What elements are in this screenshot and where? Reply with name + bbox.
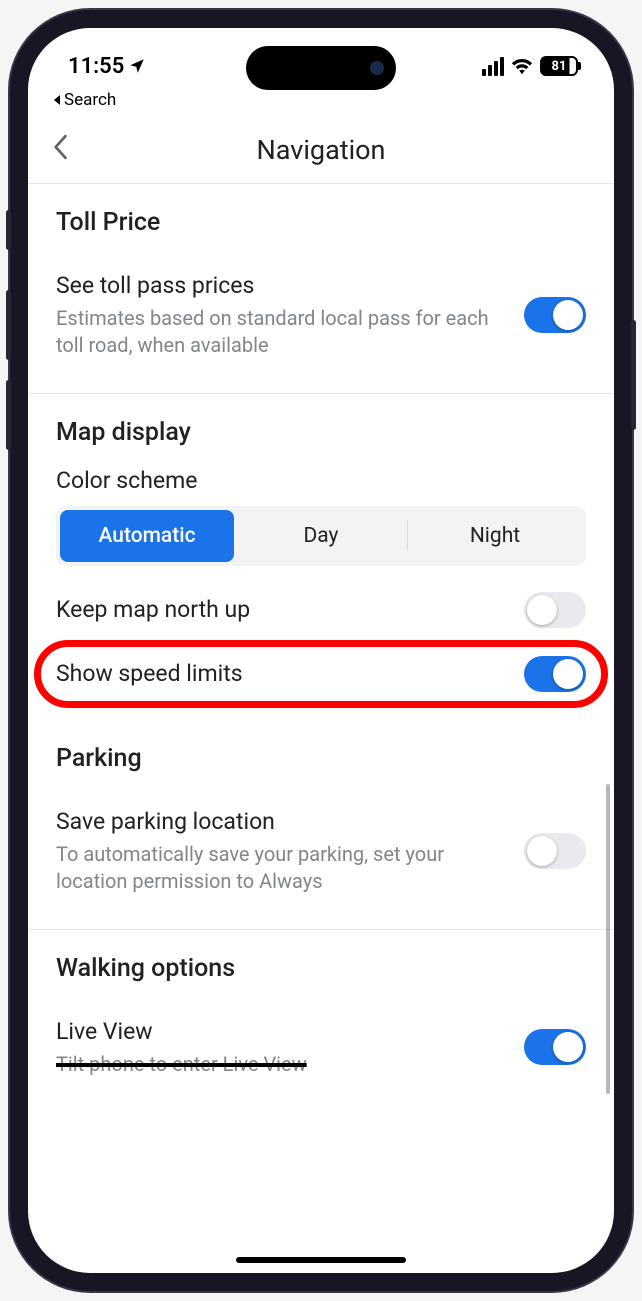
setting-label: Save parking location: [56, 807, 504, 837]
toggle-see-toll-prices[interactable]: [524, 297, 586, 333]
volume-down-button: [6, 380, 11, 450]
setting-text: Show speed limits: [56, 659, 504, 689]
chevron-left-icon: [52, 134, 68, 160]
front-camera: [370, 61, 384, 75]
status-left: 11:55: [68, 54, 146, 79]
setting-keep-north: Keep map north up: [56, 578, 586, 642]
setting-save-parking: Save parking location To automatically s…: [56, 793, 586, 909]
section-title-walking: Walking options: [56, 954, 586, 983]
segment-night[interactable]: Night: [408, 510, 582, 562]
app-header: Navigation: [28, 116, 614, 184]
setting-text: Live View Tilt phone to enter Live View: [56, 1017, 504, 1078]
volume-up-button: [6, 290, 11, 360]
battery-indicator: 81: [540, 56, 578, 76]
back-button[interactable]: [44, 126, 76, 173]
section-walking: Walking options Live View Tilt phone to …: [28, 930, 614, 1086]
toggle-live-view[interactable]: [524, 1029, 586, 1065]
section-title-map-display: Map display: [56, 418, 586, 447]
segment-day[interactable]: Day: [234, 510, 408, 562]
toggle-save-parking[interactable]: [524, 833, 586, 869]
setting-label: Live View: [56, 1017, 504, 1047]
battery-level: 81: [540, 56, 578, 76]
dynamic-island: [246, 46, 396, 90]
phone-frame: 11:55 81 Search Navigation: [10, 10, 632, 1291]
setting-label: Show speed limits: [56, 659, 504, 689]
breadcrumb-label: Search: [64, 90, 116, 110]
status-time: 11:55: [68, 54, 124, 79]
cellular-signal-icon: [482, 57, 504, 76]
breadcrumb-back-icon: [52, 94, 62, 106]
setting-speed-limits: Show speed limits: [56, 642, 586, 706]
home-indicator[interactable]: [236, 1257, 406, 1263]
setting-subtitle: Tilt phone to enter Live View: [56, 1051, 504, 1078]
screen: 11:55 81 Search Navigation: [28, 28, 614, 1273]
page-title: Navigation: [257, 134, 386, 166]
segment-automatic[interactable]: Automatic: [60, 510, 234, 562]
section-map-display: Map display Color scheme Automatic Day N…: [28, 394, 614, 714]
section-title-parking: Parking: [56, 744, 586, 773]
setting-text: Keep map north up: [56, 595, 504, 625]
setting-label: Keep map north up: [56, 595, 504, 625]
section-parking: Parking Save parking location To automat…: [28, 714, 614, 917]
mute-switch: [6, 210, 11, 250]
toggle-speed-limits[interactable]: [524, 656, 586, 692]
section-toll-price: Toll Price See toll pass prices Estimate…: [28, 184, 614, 381]
breadcrumb[interactable]: Search: [28, 90, 614, 116]
toggle-keep-north[interactable]: [524, 592, 586, 628]
color-scheme-segmented: Automatic Day Night: [56, 506, 586, 566]
setting-subtitle: Estimates based on standard local pass f…: [56, 305, 504, 359]
setting-subtitle: To automatically save your parking, set …: [56, 841, 504, 895]
power-button: [631, 320, 636, 430]
section-title-toll: Toll Price: [56, 208, 586, 237]
color-scheme-label: Color scheme: [56, 467, 586, 494]
setting-text: See toll pass prices Estimates based on …: [56, 271, 504, 359]
setting-live-view: Live View Tilt phone to enter Live View: [56, 1003, 586, 1078]
setting-label: See toll pass prices: [56, 271, 504, 301]
scrollbar[interactable]: [606, 784, 610, 1094]
status-right: 81: [482, 56, 578, 76]
location-arrow-icon: [128, 57, 146, 75]
content: Toll Price See toll pass prices Estimate…: [28, 184, 614, 1086]
wifi-icon: [511, 57, 533, 75]
setting-text: Save parking location To automatically s…: [56, 807, 504, 895]
setting-see-toll-prices: See toll pass prices Estimates based on …: [56, 257, 586, 373]
